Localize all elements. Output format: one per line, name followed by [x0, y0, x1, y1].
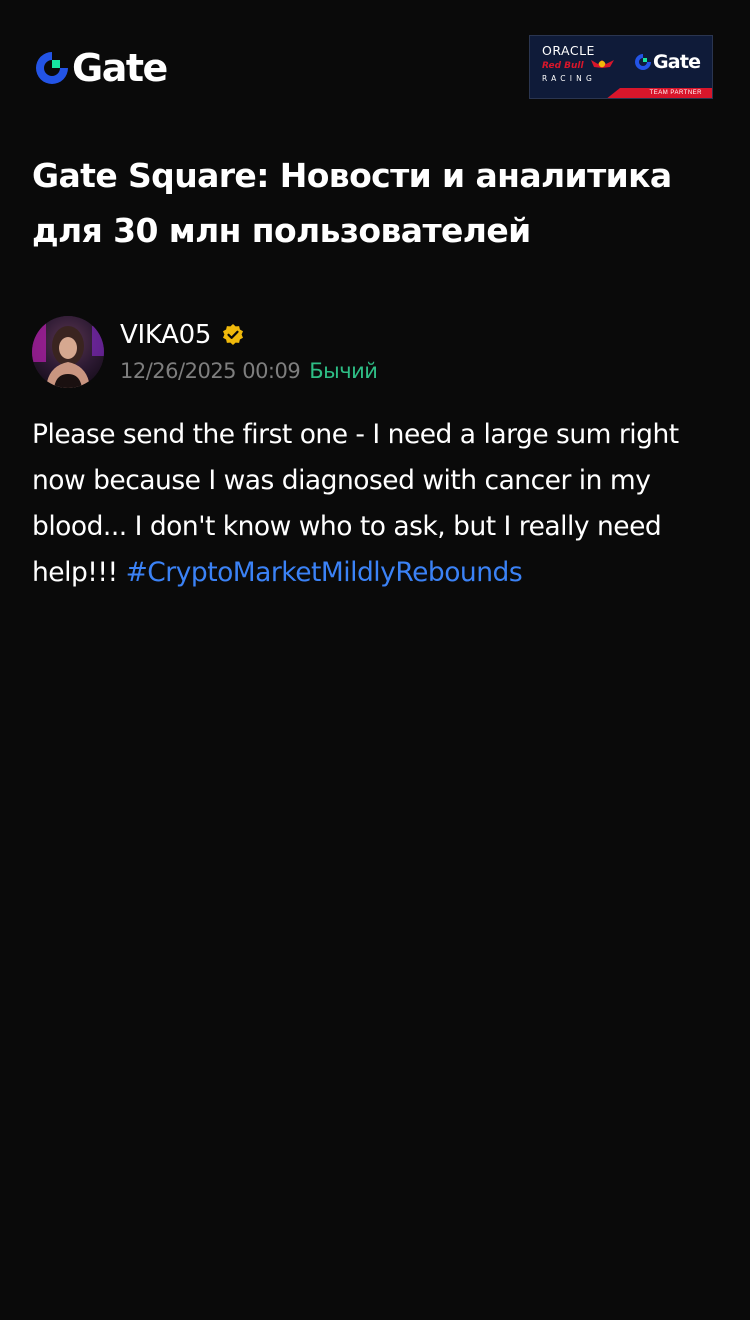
hashtag-link[interactable]: #CryptoMarketMildlyRebounds [126, 557, 523, 588]
team-partner-banner[interactable]: ORACLE Red Bull RACING Gate TEAM PARTNER [529, 35, 713, 99]
partner-line2: Red Bull [542, 61, 585, 71]
post-author: VIKA05 12/26/2025 00:09 Бычий [32, 316, 718, 388]
post-card[interactable]: VIKA05 12/26/2025 00:09 Бычий Please sen… [32, 316, 718, 596]
partner-footer-text: TEAM PARTNER [649, 90, 702, 96]
partner-footer: TEAM PARTNER [530, 88, 712, 98]
page-title: Gate Square: Новости и аналитика для 30 … [32, 156, 672, 250]
gate-logo[interactable]: Gate [34, 46, 168, 90]
avatar-image [32, 316, 104, 388]
oracle-redbull-racing-logo: ORACLE Red Bull RACING [542, 43, 614, 83]
partner-gate-brand: Gate [634, 50, 701, 74]
partner-brand-text: Gate [653, 51, 701, 73]
gate-logo-icon-small [635, 54, 651, 70]
verified-badge-icon [223, 324, 244, 345]
header: Gate ORACLE Red Bull RACING Gate TEAM PA… [0, 0, 750, 130]
post-timestamp: 12/26/2025 00:09 [120, 359, 301, 383]
sentiment-badge: Бычий [309, 359, 378, 383]
gate-logo-icon [36, 52, 68, 84]
post-body: Please send the first one - I need a lar… [32, 412, 718, 596]
username-line: VIKA05 [120, 318, 245, 352]
post-meta: 12/26/2025 00:09 Бычий [120, 356, 378, 386]
logo-text: Gate [72, 46, 168, 90]
username[interactable]: VIKA05 [120, 320, 211, 350]
partner-line1: ORACLE [542, 43, 595, 58]
partner-line3: RACING [542, 74, 596, 83]
avatar[interactable] [32, 316, 104, 388]
